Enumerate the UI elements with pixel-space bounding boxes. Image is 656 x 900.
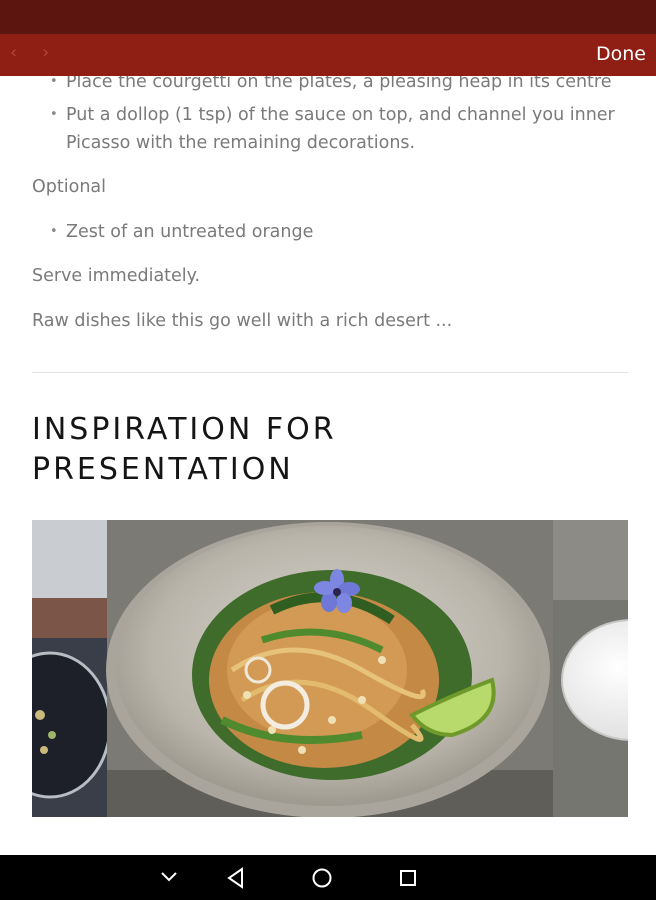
back-triangle-icon[interactable] — [226, 867, 246, 889]
article-content[interactable]: Place the courgetti on the plates, a ple… — [0, 66, 656, 855]
optional-label: Optional — [32, 177, 106, 197]
section-title: INSPIRATION FOR PRESENTATION — [32, 412, 337, 487]
image-carousel[interactable] — [32, 520, 628, 817]
home-circle-icon[interactable] — [311, 867, 333, 889]
status-bar — [0, 0, 656, 34]
dish-photo-left-partial[interactable] — [32, 520, 112, 817]
courgetti-dish-photo[interactable] — [106, 520, 553, 817]
list-item-text: Zest of an untreated orange — [66, 222, 314, 242]
section-divider — [32, 372, 628, 373]
note-text: Raw dishes like this go well with a rich… — [32, 311, 453, 331]
list-item-text: Put a dollop (1 tsp) of the sauce on top… — [66, 105, 615, 153]
list-item: Zest of an untreated orange — [50, 218, 621, 246]
list-item: Put a dollop (1 tsp) of the sauce on top… — [50, 101, 621, 157]
chevron-down-icon[interactable] — [160, 870, 178, 884]
white-bowl-photo-right-partial[interactable] — [553, 520, 628, 817]
forward-arrow-icon[interactable]: › — [42, 42, 49, 63]
serve-text: Serve immediately. — [32, 266, 201, 286]
recents-square-icon[interactable] — [398, 868, 418, 888]
app-toolbar: ‹ › Done — [0, 34, 656, 76]
system-navigation-bar — [0, 855, 656, 900]
back-arrow-icon[interactable]: ‹ — [10, 42, 17, 63]
done-button[interactable]: Done — [596, 43, 646, 65]
gallery-image-strip — [32, 520, 628, 817]
